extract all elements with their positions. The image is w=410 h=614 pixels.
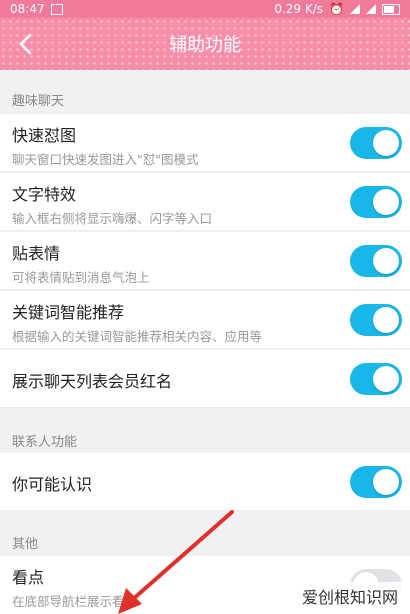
back-button[interactable] [14,32,36,56]
row-subtitle: 根据输入的关键词智能推荐相关内容、应用等 [12,329,263,344]
row-title: 看点 [12,568,45,587]
row-title: 文字特效 [12,185,77,204]
list-item-people-you-may-know: 你可能认识 [0,453,410,511]
signal-icon [350,4,360,14]
row-title: 你可能认识 [12,475,93,494]
header-bar: 辅助功能 [0,18,410,70]
list-item-vip-red-name: 展示聊天列表会员红名 [0,350,410,408]
status-time: 08:47 [10,2,45,16]
section-fun-chat: 趣味聊天 [12,94,65,109]
toggle-vip-red-name[interactable] [350,363,402,395]
toggle-text-effect[interactable] [350,186,402,218]
row-subtitle: 聊天窗口快速发图进入"怼"图模式 [12,152,199,167]
list-item-quick-image: 快速怼图 聊天窗口快速发图进入"怼"图模式 [0,114,410,172]
status-bar: 08:47 0.29 K/s ⏰ [0,0,410,18]
page-title: 辅助功能 [169,35,241,56]
toggle-people-you-may-know[interactable] [350,466,402,498]
battery-icon [382,3,400,15]
row-title: 关键词智能推荐 [12,303,125,322]
row-subtitle: 在底部导航栏展示看点 [12,594,138,609]
notification-icon [50,3,63,15]
chevron-left-icon [19,33,32,55]
row-subtitle: 输入框右侧将显示嗨爆、闪字等入口 [12,211,213,226]
network-speed: 0.29 K/s [274,2,324,16]
list-item-sticker: 贴表情 可将表情贴到消息气泡上 [0,232,410,290]
row-title: 展示聊天列表会员红名 [12,372,173,391]
alarm-icon: ⏰ [329,2,344,16]
list-item-text-effect: 文字特效 输入框右侧将显示嗨爆、闪字等入口 [0,173,410,231]
row-title: 快速怼图 [12,126,77,145]
watermark: 爱创根知识网 [297,582,402,610]
list-item-keyword-recommend: 关键词智能推荐 根据输入的关键词智能推荐相关内容、应用等 [0,291,410,349]
row-subtitle: 可将表情贴到消息气泡上 [12,270,150,285]
signal-icon-2 [366,4,376,14]
toggle-keyword-recommend[interactable] [350,304,402,336]
toggle-sticker[interactable] [350,245,402,277]
toggle-quick-image[interactable] [350,127,402,159]
section-contacts: 联系人功能 [12,435,78,450]
row-title: 贴表情 [12,244,61,263]
section-other: 其他 [12,537,39,552]
